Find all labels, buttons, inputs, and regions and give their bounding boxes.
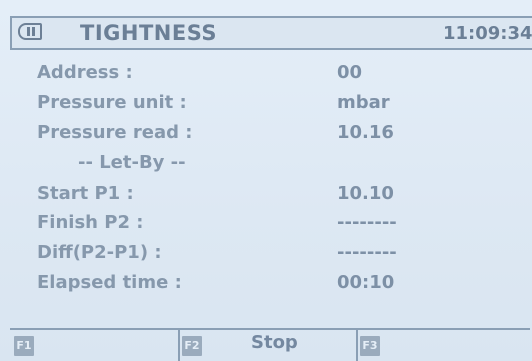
address-value: 00 bbox=[337, 62, 363, 83]
finish-p2-label: Finish P2 : bbox=[37, 212, 144, 233]
address-label: Address : bbox=[37, 62, 133, 83]
pressure-read-label: Pressure read : bbox=[37, 122, 193, 143]
stop-button-label: Stop bbox=[251, 332, 298, 353]
f1-key-icon: F1 bbox=[14, 336, 34, 356]
softkey-divider bbox=[178, 328, 180, 361]
start-p1-label: Start P1 : bbox=[37, 183, 134, 204]
pressure-unit-value: mbar bbox=[337, 92, 390, 113]
start-p1-value: 10.10 bbox=[337, 183, 394, 204]
f3-key-icon: F3 bbox=[360, 336, 380, 356]
section-title-let-by: -- Let-By -- bbox=[78, 152, 186, 173]
device-screen: TIGHTNESS 11:09:34 Address : 00 Pressure… bbox=[0, 0, 532, 361]
pressure-unit-label: Pressure unit : bbox=[37, 92, 187, 113]
elapsed-time-value: 00:10 bbox=[337, 272, 395, 293]
elapsed-time-label: Elapsed time : bbox=[37, 272, 182, 293]
diff-label: Diff(P2-P1) : bbox=[37, 242, 162, 263]
diff-value: -------- bbox=[337, 242, 397, 263]
softkey-divider bbox=[356, 328, 358, 361]
finish-p2-value: -------- bbox=[337, 212, 397, 233]
f2-key-icon: F2 bbox=[182, 336, 202, 356]
pressure-read-value: 10.16 bbox=[337, 122, 394, 143]
clock-time: 11:09:34 bbox=[443, 23, 532, 44]
battery-icon bbox=[18, 23, 42, 40]
screen-title: TIGHTNESS bbox=[80, 21, 218, 45]
